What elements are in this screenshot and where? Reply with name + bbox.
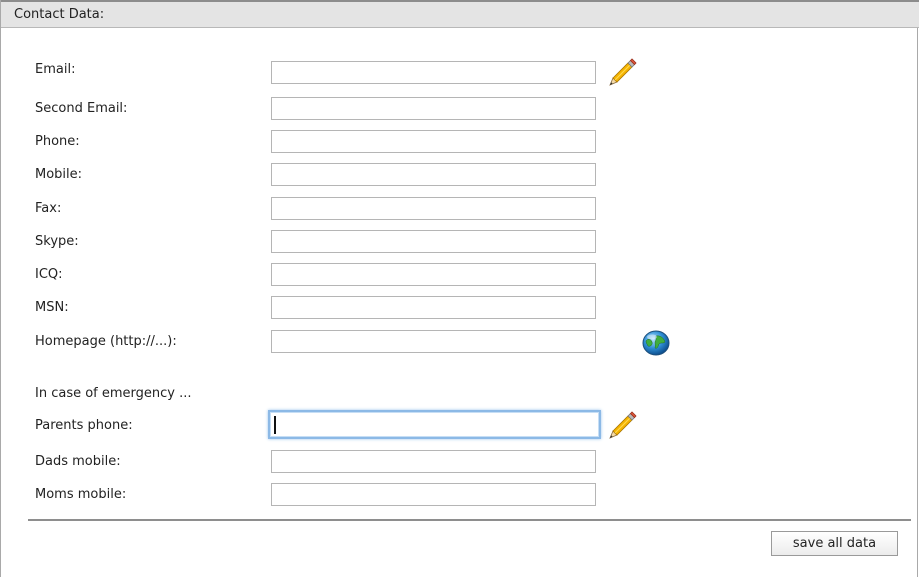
footer-divider <box>28 519 911 521</box>
second-email-label: Second Email: <box>35 101 128 116</box>
icq-label: ICQ: <box>35 267 63 282</box>
homepage-label: Homepage (http://...): <box>35 334 177 349</box>
icq-field[interactable] <box>271 263 596 286</box>
moms-mobile-field[interactable] <box>271 483 596 506</box>
dads-mobile-field[interactable] <box>271 450 596 473</box>
second-email-field[interactable] <box>271 97 596 120</box>
skype-field[interactable] <box>271 230 596 253</box>
skype-label: Skype: <box>35 234 79 249</box>
msn-field[interactable] <box>271 296 596 319</box>
parents-phone-label: Parents phone: <box>35 418 133 433</box>
dads-mobile-label: Dads mobile: <box>35 454 121 469</box>
contact-data-panel: Contact Data: Email: Second Email: Phone… <box>0 0 919 577</box>
fax-field[interactable] <box>271 197 596 220</box>
phone-field[interactable] <box>271 130 596 153</box>
panel-title: Contact Data: <box>14 7 105 22</box>
homepage-field[interactable] <box>271 330 596 353</box>
moms-mobile-label: Moms mobile: <box>35 487 127 502</box>
text-caret <box>274 416 276 434</box>
mobile-label: Mobile: <box>35 167 83 182</box>
fax-label: Fax: <box>35 201 62 216</box>
parents-phone-field[interactable] <box>268 410 601 439</box>
emergency-section-label: In case of emergency ... <box>35 386 192 401</box>
save-all-data-button[interactable]: save all data <box>771 531 898 556</box>
msn-label: MSN: <box>35 300 69 315</box>
phone-label: Phone: <box>35 134 80 149</box>
pencil-icon[interactable] <box>607 58 637 88</box>
mobile-field[interactable] <box>271 163 596 186</box>
email-field[interactable] <box>271 61 596 84</box>
email-label: Email: <box>35 62 76 77</box>
panel-header: Contact Data: <box>1 0 919 28</box>
pencil-icon[interactable] <box>607 411 637 441</box>
globe-icon[interactable] <box>641 329 671 357</box>
